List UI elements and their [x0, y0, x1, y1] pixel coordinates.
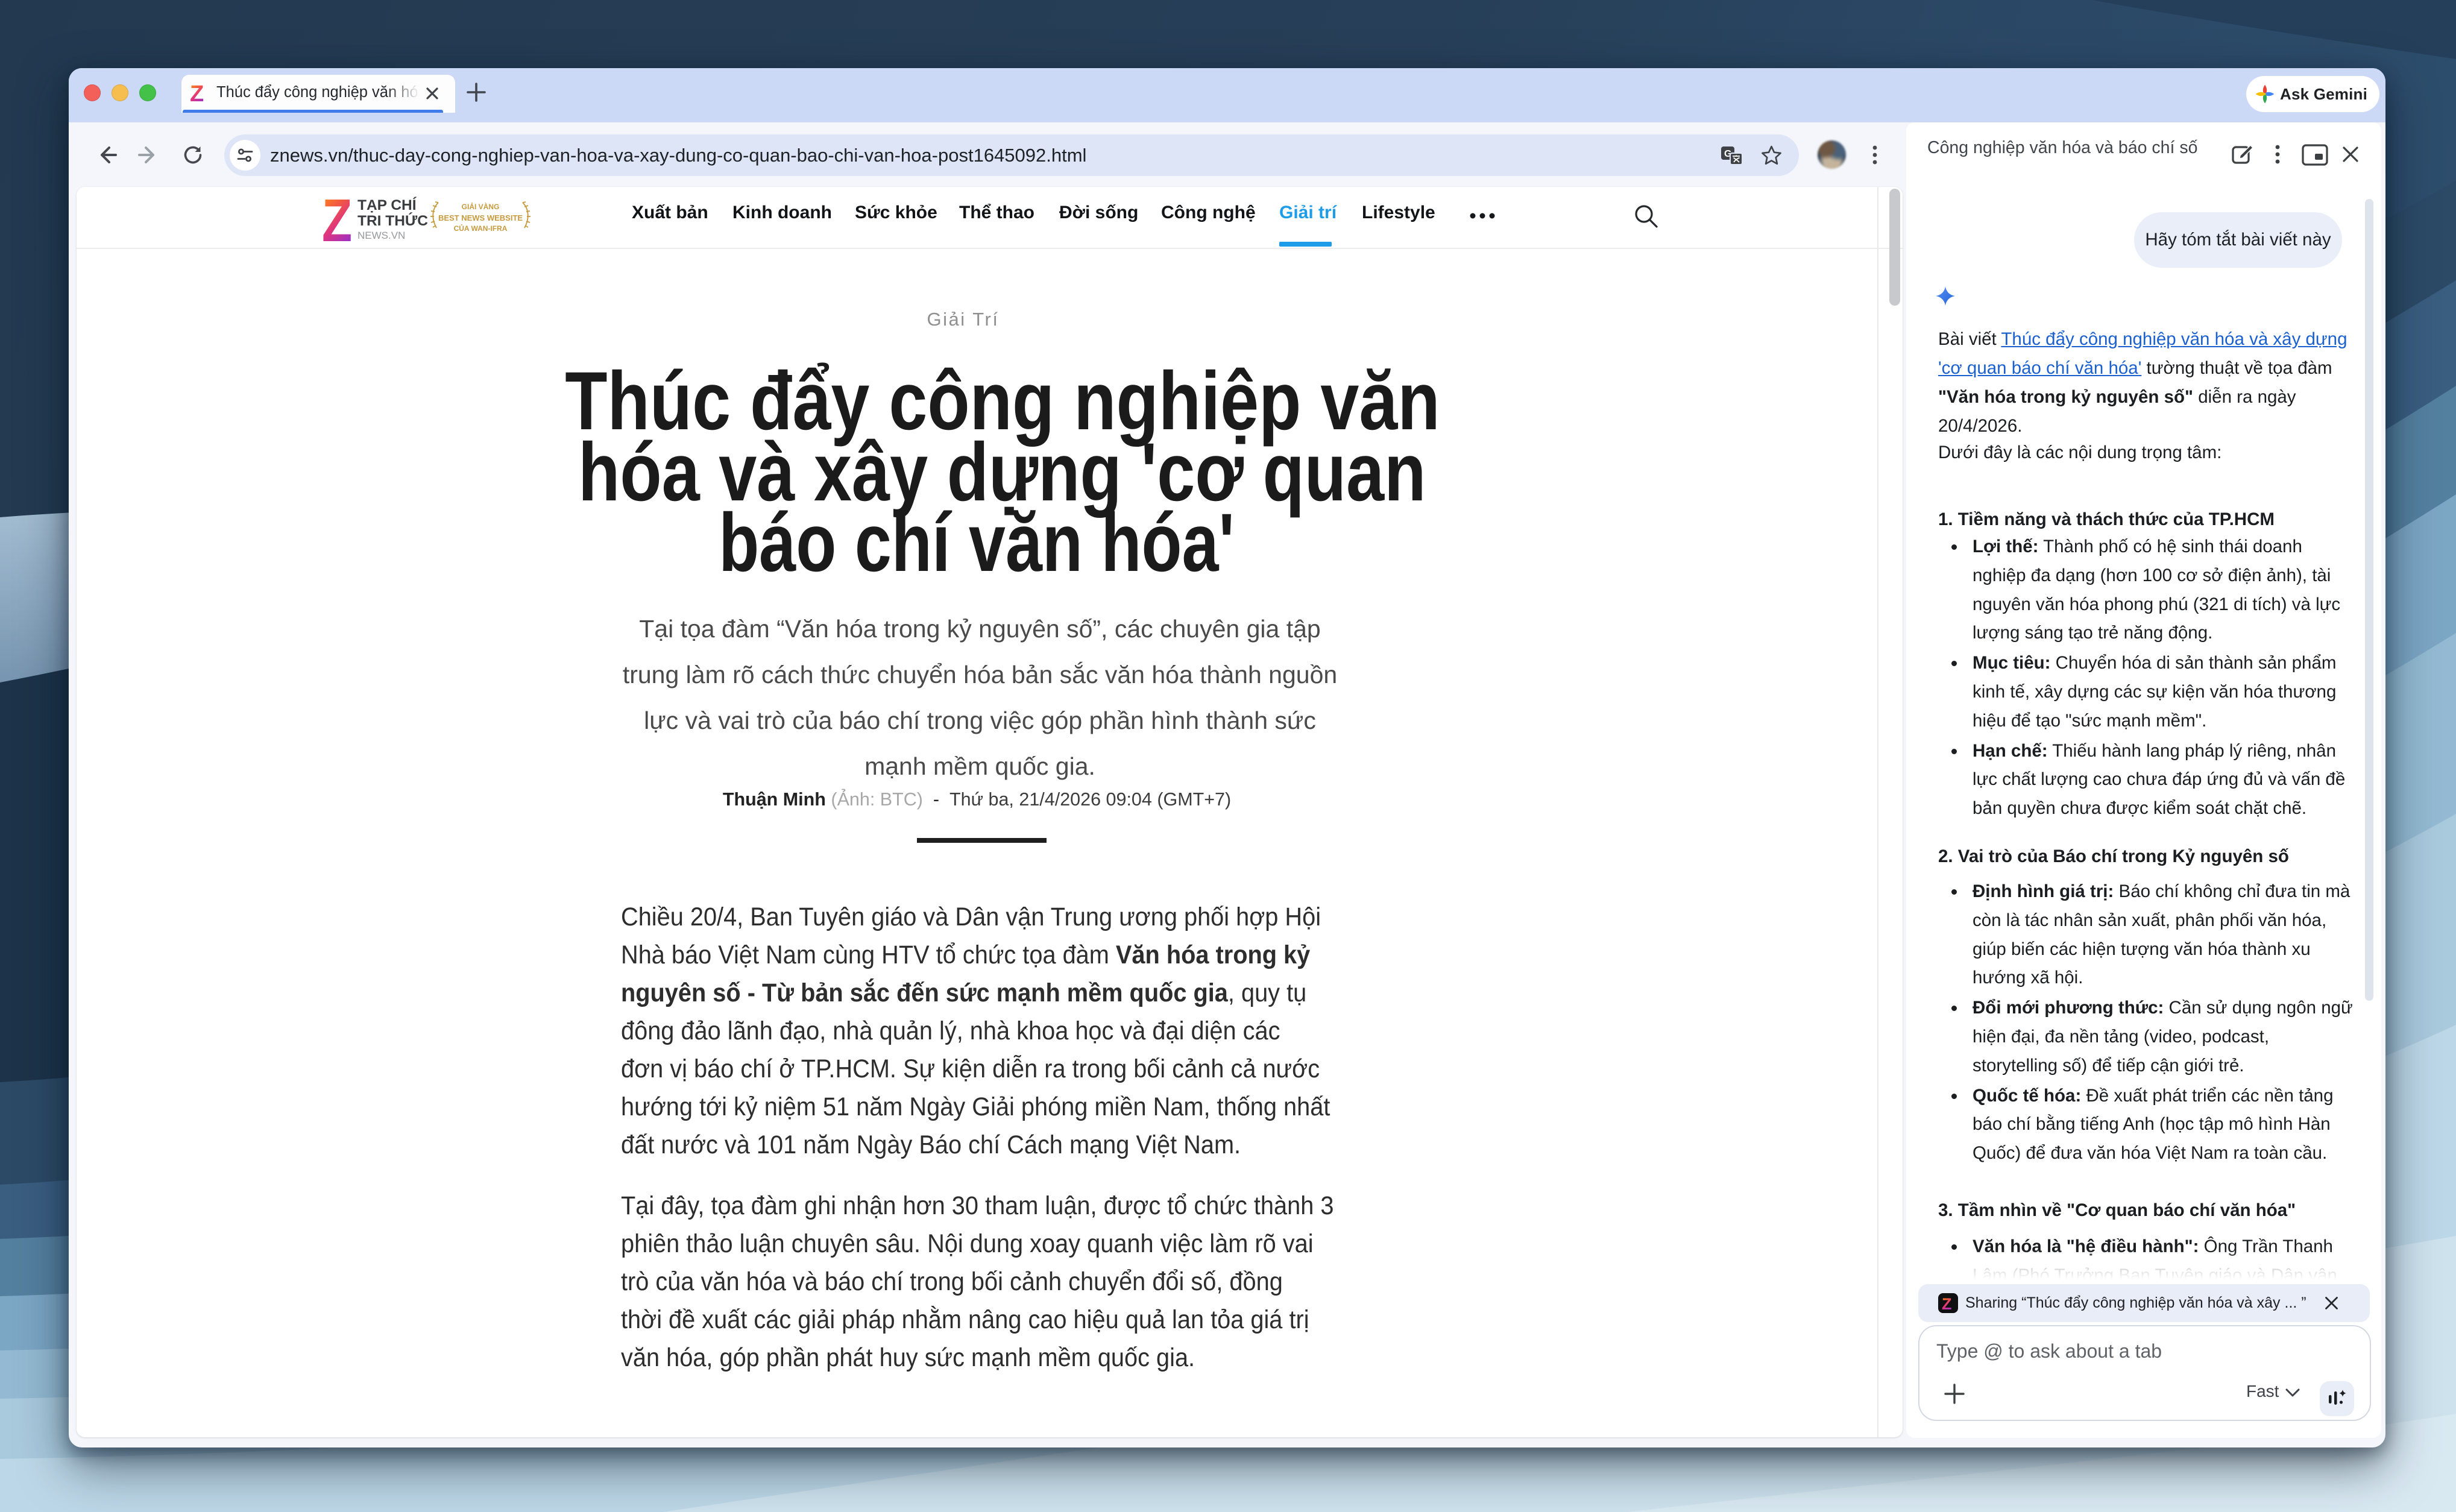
svg-text:Z: Z	[190, 81, 204, 106]
svg-text:GIẢI VÀNG: GIẢI VÀNG	[462, 202, 500, 211]
svg-text:Z: Z	[322, 193, 352, 248]
svg-text:TRI THỨC: TRI THỨC	[357, 212, 428, 229]
svg-text:TẠP CHÍ: TẠP CHÍ	[357, 197, 417, 213]
svg-text:CỦA WAN-IFRA: CỦA WAN-IFRA	[454, 224, 508, 233]
svg-text:BEST NEWS WEBSITE: BEST NEWS WEBSITE	[438, 213, 523, 222]
svg-text:Z: Z	[1942, 1295, 1952, 1312]
svg-text:NEWS.VN: NEWS.VN	[357, 230, 405, 241]
